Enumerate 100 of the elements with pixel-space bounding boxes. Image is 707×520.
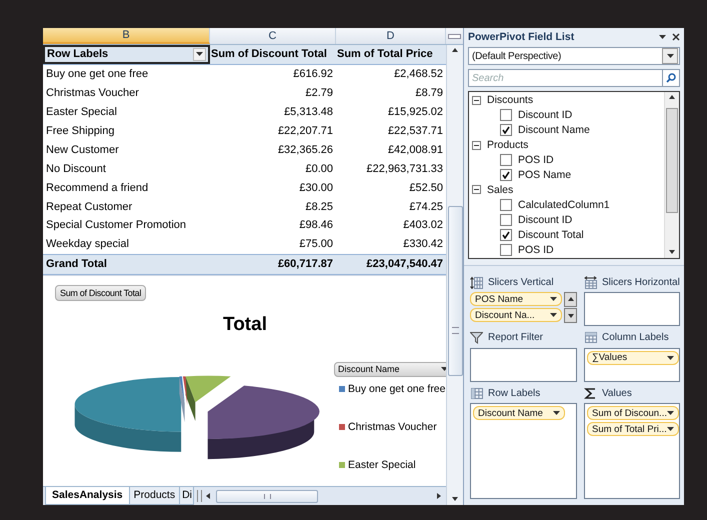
area-title: Slicers Horizontal	[602, 276, 680, 288]
legend-title: Discount Name	[338, 364, 400, 374]
table-cell-text: Christmas Voucher	[45, 87, 140, 100]
table-cell-text: £8.79	[414, 87, 444, 100]
checkbox[interactable]	[500, 168, 512, 181]
legend-filter-button[interactable]: Discount Name	[334, 362, 446, 377]
search-input[interactable]: Search	[472, 72, 642, 84]
table-cell-text: Weekday special	[45, 238, 130, 250]
chart-title: Total	[223, 314, 267, 336]
table-cell-text: £22,537.71	[386, 125, 444, 137]
filter-icon	[470, 331, 483, 344]
field-chip[interactable]: Sum of Discoun...	[587, 406, 679, 420]
caret-icon	[553, 411, 560, 416]
area-title: Values	[602, 388, 632, 399]
table-cell-text: Special Customer Promotion	[45, 219, 188, 232]
column-header[interactable]: C	[210, 28, 336, 44]
collapse-icon[interactable]	[472, 96, 481, 105]
area-title: Column Labels	[602, 332, 669, 344]
table-cell-text: Repeat Customer	[45, 200, 134, 213]
table-cell-text: Grand Total	[45, 258, 108, 270]
scroll-up-icon[interactable]	[566, 296, 574, 304]
sheet-tab[interactable]: Di	[179, 487, 194, 505]
caret-icon	[196, 52, 203, 56]
filter-button[interactable]	[193, 48, 206, 61]
table-header: Sum of Discount Total	[210, 48, 328, 60]
table-cell-text: £52.50	[408, 182, 444, 194]
scroll-right-icon[interactable]	[435, 492, 443, 500]
panel-title: PowerPivot Field List	[468, 30, 574, 42]
checkbox[interactable]	[500, 244, 512, 256]
field-name: Discount ID	[518, 214, 572, 226]
table-cell-text: £30.00	[298, 182, 334, 194]
field-name: Discount Total	[518, 228, 584, 241]
table-cell-text: £22,963,731.33	[366, 162, 444, 175]
table-cell-text: £74.25	[408, 200, 444, 213]
table-cell-text: £0.00	[304, 162, 334, 175]
column-title: Row Labels	[47, 48, 108, 60]
search-icon[interactable]	[666, 73, 676, 83]
field-chip[interactable]: Sum of Total Pri...	[587, 422, 679, 436]
field-chip[interactable]: ∑Values	[587, 350, 679, 365]
table-cell-text: £403.02	[402, 219, 444, 232]
chart-field-button[interactable]: Sum of Discount Total	[55, 284, 146, 301]
table-cell-text: £616.92	[292, 68, 334, 80]
checkbox[interactable]	[500, 228, 512, 241]
caret-icon	[666, 54, 674, 58]
close-icon[interactable]	[672, 32, 680, 40]
scroll-down-icon[interactable]	[668, 248, 676, 256]
tree-item[interactable]: Discounts	[487, 94, 534, 106]
scrollbar-thumb[interactable]	[216, 490, 318, 502]
tree-item[interactable]: Sales	[487, 184, 514, 196]
checkbox[interactable]	[500, 124, 512, 136]
table-cell-text: £8.25	[304, 200, 334, 213]
area-title: Report Filter	[488, 332, 544, 344]
legend-label: Buy one get one free	[348, 382, 446, 395]
caret-icon	[550, 313, 557, 317]
table-cell-text: Recommend a friend	[45, 182, 150, 194]
slicer-horizontal-icon	[584, 276, 597, 288]
checkbox[interactable]	[500, 198, 512, 211]
scroll-up-icon[interactable]	[668, 94, 676, 102]
table-cell-text: £75.00	[298, 238, 334, 250]
table-cell-text: No Discount	[45, 162, 107, 175]
caret-icon	[667, 427, 674, 432]
table-cell-text: £23,047,540.47	[366, 258, 444, 270]
column-header[interactable]: B	[43, 28, 210, 44]
checkbox[interactable]	[500, 109, 512, 122]
table-icon	[470, 386, 483, 400]
scroll-down-icon[interactable]	[451, 495, 459, 503]
sheet-tab[interactable]: SalesAnalysis	[45, 487, 130, 505]
scrollbar-thumb[interactable]	[448, 206, 462, 376]
caret-icon	[550, 297, 557, 301]
slicer-vertical-icon	[470, 276, 483, 288]
field-name: POS Name	[518, 168, 572, 181]
checkbox[interactable]	[500, 214, 512, 226]
area-title: Row Labels	[488, 388, 540, 399]
column-header[interactable]: D	[336, 28, 446, 44]
field-name: POS ID	[518, 154, 554, 166]
field-name: CalculatedColumn1	[518, 198, 610, 211]
caret-icon	[667, 356, 674, 360]
table-cell-text: £2,468.52	[393, 68, 444, 80]
collapse-icon[interactable]	[472, 185, 481, 194]
split-handle[interactable]	[197, 490, 202, 502]
search-field[interactable]: Search	[468, 69, 680, 87]
table-cell-text: Easter Special	[45, 106, 118, 118]
scroll-down-icon[interactable]	[566, 312, 574, 320]
scrollbar-thumb[interactable]	[666, 108, 678, 212]
checkbox[interactable]	[500, 154, 512, 166]
table-cell-text: £98.46	[298, 219, 334, 232]
scroll-up-icon[interactable]	[451, 47, 459, 55]
perspective-dropdown[interactable]: (Default Perspective)	[468, 47, 680, 65]
legend-label: Easter Special	[348, 458, 416, 471]
field-chip[interactable]: POS Name	[470, 292, 562, 306]
table-cell-text: £60,717.87	[276, 258, 334, 270]
field-chip[interactable]: Discount Na...	[470, 308, 562, 322]
table-cell-text: Free Shipping	[45, 125, 116, 137]
table-cell-text: £42,008.91	[386, 144, 444, 156]
field-chip[interactable]: Discount Name	[473, 406, 565, 420]
field-name: Discount Name	[518, 124, 590, 136]
tree-item[interactable]: Products	[487, 139, 528, 152]
split-handle[interactable]	[448, 34, 461, 38]
dropdown-icon	[659, 34, 666, 38]
collapse-icon[interactable]	[472, 140, 481, 150]
